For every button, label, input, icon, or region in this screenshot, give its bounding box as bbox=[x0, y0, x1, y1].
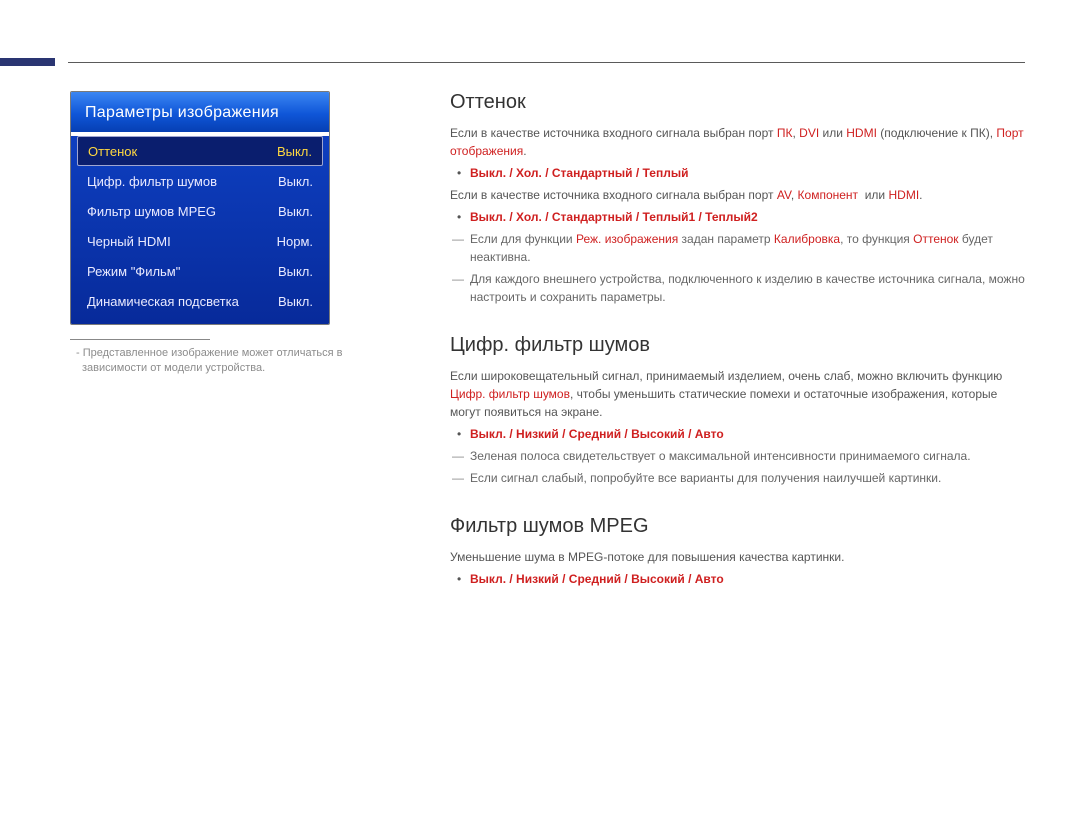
section-ottenok: Оттенок Если в качестве источника входно… bbox=[450, 91, 1025, 306]
menu-item-label: Цифр. фильтр шумов bbox=[87, 174, 217, 189]
menu-item-label: Динамическая подсветка bbox=[87, 294, 239, 309]
menu-item-film-mode[interactable]: Режим "Фильм" Выкл. bbox=[77, 256, 323, 286]
section-mpeg-noise: Фильтр шумов MPEG Уменьшение шума в MPEG… bbox=[450, 515, 1025, 586]
menu-item-label: Фильтр шумов MPEG bbox=[87, 204, 216, 219]
section1-intro-2: Если в качестве источника входного сигна… bbox=[450, 186, 1025, 204]
section3-intro: Уменьшение шума в MPEG-потоке для повыше… bbox=[450, 548, 1025, 566]
menu-item-label: Черный HDMI bbox=[87, 234, 171, 249]
section3-options: Выкл. / Низкий / Средний / Высокий / Авт… bbox=[450, 572, 1025, 586]
section1-note-2: Для каждого внешнего устройства, подключ… bbox=[450, 270, 1025, 306]
left-divider bbox=[70, 339, 210, 340]
section2-note-2: Если сигнал слабый, попробуйте все вариа… bbox=[450, 469, 1025, 487]
section1-options-1: Выкл. / Хол. / Стандартный / Теплый bbox=[450, 166, 1025, 180]
section-title: Цифр. фильтр шумов bbox=[450, 334, 1025, 357]
menu-item-value: Выкл. bbox=[277, 144, 312, 159]
menu-item-value: Норм. bbox=[277, 234, 313, 249]
menu-item-value: Выкл. bbox=[278, 174, 313, 189]
menu-item-label: Оттенок bbox=[88, 144, 137, 159]
section-digital-noise: Цифр. фильтр шумов Если широковещательны… bbox=[450, 334, 1025, 487]
header-rule bbox=[68, 62, 1025, 63]
menu-body: Оттенок Выкл. Цифр. фильтр шумов Выкл. Ф… bbox=[71, 136, 329, 324]
right-column: Оттенок Если в качестве источника входно… bbox=[450, 91, 1025, 592]
left-column: Параметры изображения Оттенок Выкл. Цифр… bbox=[70, 91, 390, 592]
menu-item-black-hdmi[interactable]: Черный HDMI Норм. bbox=[77, 226, 323, 256]
section-title: Оттенок bbox=[450, 91, 1025, 114]
menu-item-mpeg-noise[interactable]: Фильтр шумов MPEG Выкл. bbox=[77, 196, 323, 226]
section1-intro: Если в качестве источника входного сигна… bbox=[450, 124, 1025, 160]
section-title: Фильтр шумов MPEG bbox=[450, 515, 1025, 538]
menu-item-value: Выкл. bbox=[278, 204, 313, 219]
menu-panel: Параметры изображения Оттенок Выкл. Цифр… bbox=[70, 91, 330, 325]
top-accent-bar bbox=[0, 58, 55, 66]
menu-item-ottenok[interactable]: Оттенок Выкл. bbox=[77, 136, 323, 166]
section2-intro: Если широковещательный сигнал, принимаем… bbox=[450, 367, 1025, 421]
menu-title: Параметры изображения bbox=[71, 92, 329, 132]
section1-note-1: Если для функции Реж. изображения задан … bbox=[450, 230, 1025, 266]
menu-item-label: Режим "Фильм" bbox=[87, 264, 180, 279]
section2-note-1: Зеленая полоса свидетельствует о максима… bbox=[450, 447, 1025, 465]
menu-item-value: Выкл. bbox=[278, 264, 313, 279]
menu-item-value: Выкл. bbox=[278, 294, 313, 309]
section2-options: Выкл. / Низкий / Средний / Высокий / Авт… bbox=[450, 427, 1025, 441]
section1-options-2: Выкл. / Хол. / Стандартный / Теплый1 / Т… bbox=[450, 210, 1025, 224]
page-layout: Параметры изображения Оттенок Выкл. Цифр… bbox=[70, 91, 1025, 592]
menu-item-dynamic-backlight[interactable]: Динамическая подсветка Выкл. bbox=[77, 286, 323, 316]
menu-item-digital-noise[interactable]: Цифр. фильтр шумов Выкл. bbox=[77, 166, 323, 196]
footnote: Представленное изображение может отличат… bbox=[70, 346, 390, 377]
